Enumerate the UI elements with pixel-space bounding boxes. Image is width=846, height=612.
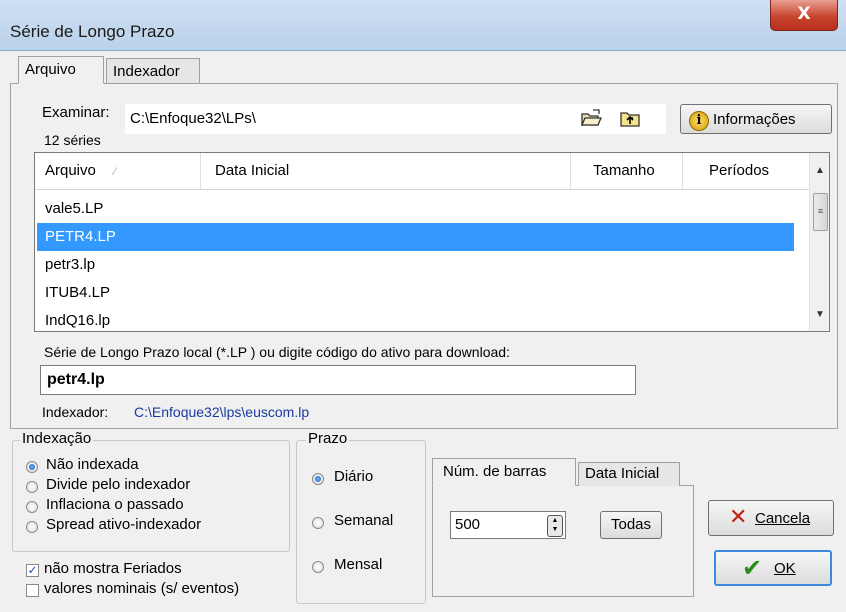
indexador-label: Indexador: <box>42 404 109 420</box>
cancel-button[interactable]: ✕ Cancela <box>708 500 834 536</box>
option-label: Spread ativo-indexador <box>46 516 202 533</box>
list-scrollbar[interactable]: ▲ ≡ ▼ <box>809 153 829 331</box>
folder-up-icon[interactable] <box>619 108 641 128</box>
series-count: 12 séries <box>44 132 101 148</box>
checkbox-label: não mostra Feriados <box>44 560 182 577</box>
num-barras-input[interactable]: 500 ▲ ▼ <box>450 511 566 539</box>
download-input-value: petr4.lp <box>47 371 105 388</box>
list-item[interactable]: IndQ16.lp <box>37 307 794 331</box>
option-label: Semanal <box>334 512 394 529</box>
option-label: Inflaciona o passado <box>46 496 184 513</box>
path-value: C:\Enfoque32\LPs\ <box>130 110 256 127</box>
option-label: Divide pelo indexador <box>46 476 191 493</box>
examinar-label: Examinar: <box>42 104 110 121</box>
prazo-title: Prazo <box>306 430 350 447</box>
sort-indicator-icon: ∕ <box>114 166 116 178</box>
checkbox-nao-mostra-feriados[interactable]: ✓ <box>26 564 39 577</box>
title-bar[interactable]: Série de Longo Prazo X <box>0 0 846 51</box>
radio-mensal[interactable] <box>312 561 324 573</box>
option-label: Diário <box>334 468 374 485</box>
todas-button[interactable]: Todas <box>600 511 662 539</box>
radio-spread-ativo[interactable] <box>26 521 38 533</box>
download-input[interactable]: petr4.lp <box>40 365 636 395</box>
info-icon: i <box>689 111 709 131</box>
file-list[interactable]: Arquivo ∕ Data Inicial Tamanho Períodos … <box>34 152 830 332</box>
scroll-thumb[interactable]: ≡ <box>813 193 828 231</box>
column-periodos[interactable]: Períodos <box>683 153 809 189</box>
ok-button[interactable]: ✔ OK <box>714 550 832 586</box>
ok-check-icon: ✔ <box>742 554 763 582</box>
radio-nao-indexada[interactable] <box>26 461 38 473</box>
indexacao-title: Indexação <box>20 430 94 447</box>
info-button-label: Informações <box>713 111 796 128</box>
scroll-down-icon[interactable]: ▼ <box>810 305 829 325</box>
stepper-icon[interactable]: ▲ ▼ <box>547 515 563 537</box>
radio-diario[interactable] <box>312 473 324 485</box>
list-item-selected[interactable]: PETR4.LP <box>37 223 794 251</box>
radio-divide-indexador[interactable] <box>26 481 38 493</box>
list-item[interactable]: vale5.LP <box>37 195 794 223</box>
tab-num-barras[interactable]: Núm. de barras <box>432 458 576 486</box>
tab-arquivo[interactable]: Arquivo <box>18 56 104 84</box>
option-label: Mensal <box>334 556 383 573</box>
column-arquivo-label: Arquivo <box>45 162 96 179</box>
open-folder-icon[interactable] <box>580 108 602 128</box>
option-label: Não indexada <box>46 456 139 473</box>
close-button[interactable]: X <box>770 0 838 31</box>
checkbox-label: valores nominais (s/ eventos) <box>44 580 240 597</box>
cancel-x-icon: ✕ <box>729 505 748 530</box>
ok-button-label: OK <box>774 560 796 577</box>
checkbox-valores-nominais[interactable] <box>26 584 39 597</box>
num-barras-value: 500 <box>455 516 481 533</box>
list-header: Arquivo ∕ Data Inicial Tamanho Períodos <box>35 153 809 190</box>
list-item[interactable]: ITUB4.LP <box>37 279 794 307</box>
column-data-inicial[interactable]: Data Inicial <box>201 153 571 189</box>
list-item[interactable]: petr3.lp <box>37 251 794 279</box>
window-title: Série de Longo Prazo <box>10 22 175 41</box>
barras-panel <box>432 485 694 597</box>
scroll-up-icon[interactable]: ▲ <box>810 161 829 181</box>
column-arquivo[interactable]: Arquivo ∕ <box>35 153 201 189</box>
info-button[interactable]: i Informações <box>680 104 832 134</box>
indexador-path[interactable]: C:\Enfoque32\lps\euscom.lp <box>134 404 309 420</box>
cancel-button-label: Cancela <box>755 510 811 527</box>
tab-data-inicial[interactable]: Data Inicial <box>578 462 680 486</box>
tab-indexador[interactable]: Indexador <box>106 58 200 84</box>
column-tamanho[interactable]: Tamanho <box>571 153 683 189</box>
download-label: Série de Longo Prazo local (*.LP ) ou di… <box>44 344 510 360</box>
radio-semanal[interactable] <box>312 517 324 529</box>
radio-inflaciona-passado[interactable] <box>26 501 38 513</box>
